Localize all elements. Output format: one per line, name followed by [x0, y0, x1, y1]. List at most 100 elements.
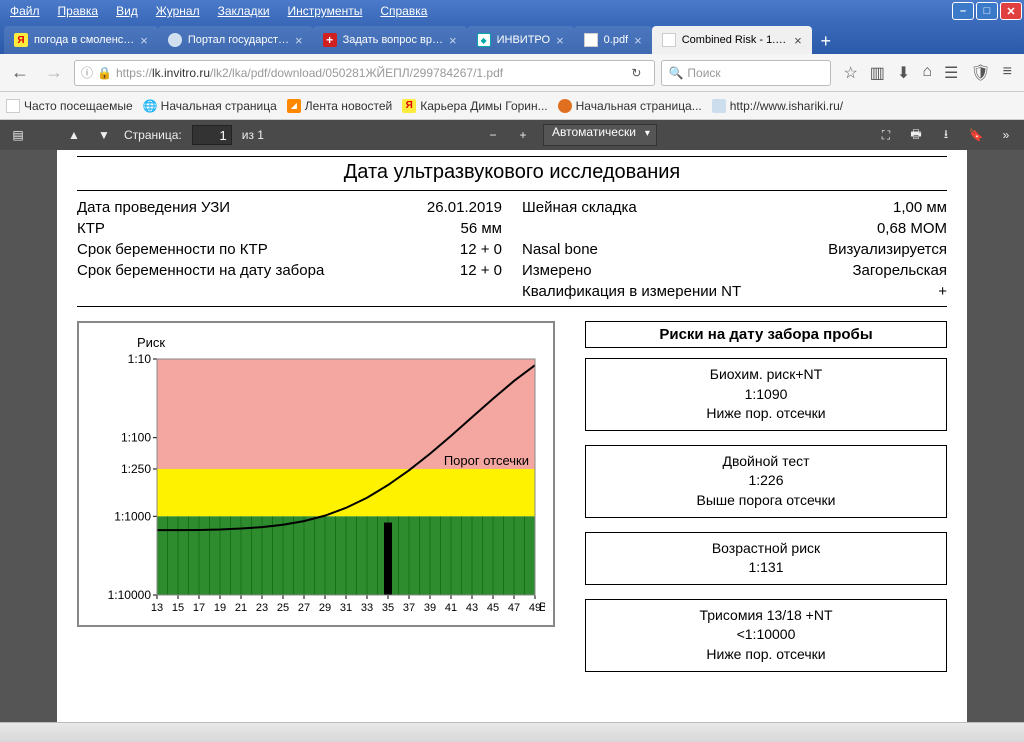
back-button[interactable]: ←	[6, 59, 34, 87]
maximize-button[interactable]: □	[976, 2, 998, 20]
tab-close-icon[interactable]: ×	[140, 33, 148, 48]
pdf-prevpage-icon[interactable]: ▲	[64, 125, 84, 145]
pdf-tools-icon[interactable]: »	[996, 125, 1016, 145]
tab-weather[interactable]: Я погода в смоленс… ×	[4, 26, 158, 54]
tab-0pdf[interactable]: 0.pdf ×	[574, 26, 652, 54]
field-label: Срок беременности по КТР	[77, 241, 268, 258]
tab-label: ИНВИТРО	[497, 34, 550, 46]
risk-value: 1:131	[590, 558, 942, 578]
risk-name: Возрастной риск	[590, 539, 942, 559]
pdf-nextpage-icon[interactable]: ▼	[94, 125, 114, 145]
risk-status: Ниже пор. отсечки	[590, 645, 942, 665]
menu-view[interactable]: Вид	[108, 2, 146, 20]
svg-text:33: 33	[361, 602, 373, 614]
tab-label: 0.pdf	[604, 34, 628, 46]
svg-text:41: 41	[445, 602, 457, 614]
svg-text:13: 13	[151, 602, 163, 614]
tab-gosuslugi[interactable]: Портал государст… ×	[158, 26, 313, 54]
bookmark-news[interactable]: ◢Лента новостей	[287, 99, 393, 113]
url-text: https://lk.invitro.ru/lk2/lka/pdf/downlo…	[116, 66, 620, 80]
page-icon	[6, 99, 20, 113]
tab-close-icon[interactable]: ×	[556, 33, 564, 48]
field-label: Nasal bone	[522, 241, 598, 258]
risk-name: Трисомия 13/18 +NT	[590, 606, 942, 626]
new-tab-button[interactable]: +	[812, 28, 840, 54]
tab-close-icon[interactable]: ×	[634, 33, 642, 48]
status-bar	[0, 722, 1024, 742]
page-of: из 1	[242, 128, 264, 142]
field-value: Загорельская	[853, 262, 948, 279]
bookmark-star-icon[interactable]: ☆	[843, 63, 857, 83]
menu-edit[interactable]: Правка	[50, 2, 107, 20]
shield-icon[interactable]: 🛡	[970, 63, 990, 83]
forward-button[interactable]: →	[40, 59, 68, 87]
bookmark-pdf-icon[interactable]: 🔖	[966, 125, 986, 145]
risk-value: 1:1090	[590, 385, 942, 405]
field-label: КТР	[77, 220, 105, 237]
risk-name: Биохим. риск+NT	[590, 365, 942, 385]
search-box[interactable]: 🔍 Поиск	[661, 60, 831, 86]
menu-file[interactable]: Файл	[2, 2, 48, 20]
svg-text:31: 31	[340, 602, 352, 614]
download-pdf-icon[interactable]: ⭳	[936, 125, 956, 145]
tab-label: Портал государст…	[188, 34, 289, 46]
tab-strip: Я погода в смоленс… × Портал государст… …	[0, 22, 1024, 54]
home-icon[interactable]: ⌂	[922, 63, 932, 83]
menu-bookmarks[interactable]: Закладки	[210, 2, 278, 20]
svg-text:43: 43	[466, 602, 478, 614]
menu-history[interactable]: Журнал	[148, 2, 208, 20]
risk-value: 1:226	[590, 471, 942, 491]
field-value: 12 + 0	[460, 241, 502, 258]
zoom-select[interactable]: Автоматически	[543, 124, 657, 146]
field-label: Шейная складка	[522, 199, 637, 216]
svg-text:45: 45	[487, 602, 499, 614]
search-icon: 🔍	[668, 66, 683, 80]
download-icon[interactable]: ⬇	[897, 63, 910, 83]
bookmark-career[interactable]: ЯКарьера Димы Горин...	[402, 99, 547, 113]
risk-card: Возрастной риск 1:131	[585, 532, 947, 585]
svg-text:1:10: 1:10	[128, 352, 152, 366]
bookmark-ishariki[interactable]: http://www.ishariki.ru/	[712, 99, 843, 113]
file-icon	[584, 33, 598, 47]
svg-text:17: 17	[193, 602, 205, 614]
print-icon[interactable]: 🖶	[906, 125, 926, 145]
tab-close-icon[interactable]: ×	[794, 33, 802, 48]
tab-close-icon[interactable]: ×	[449, 33, 457, 48]
fullscreen-icon[interactable]: ⛶	[876, 125, 896, 145]
bookmark-label: http://www.ishariki.ru/	[730, 99, 843, 113]
bookmarks-bar: Часто посещаемые 🌐Начальная страница ◢Ле…	[0, 92, 1024, 120]
svg-text:27: 27	[298, 602, 310, 614]
field-label: Срок беременности на дату забора	[77, 262, 324, 279]
window-titlebar: Файл Правка Вид Журнал Закладки Инструме…	[0, 0, 1024, 22]
menu-help[interactable]: Справка	[372, 2, 435, 20]
bookmark-label: Начальная страница...	[576, 99, 702, 113]
svg-text:35: 35	[382, 602, 394, 614]
sidebar-icon[interactable]: ☰	[944, 63, 958, 83]
svg-text:1:1000: 1:1000	[114, 509, 151, 523]
reload-icon[interactable]: ↻	[624, 66, 648, 80]
svg-text:1:250: 1:250	[121, 462, 151, 476]
site-icon	[712, 99, 726, 113]
menu-tools[interactable]: Инструменты	[280, 2, 371, 20]
pocket-icon[interactable]: ▥	[870, 63, 885, 83]
tab-question[interactable]: + Задать вопрос вр… ×	[313, 26, 467, 54]
zoom-in-icon[interactable]: +	[513, 125, 533, 145]
tab-combined-risk[interactable]: Combined Risk - 1.pdf ×	[652, 26, 812, 54]
tab-close-icon[interactable]: ×	[295, 33, 303, 48]
tab-invitro[interactable]: ◆ ИНВИТРО ×	[467, 26, 574, 54]
risk-card: Биохим. риск+NT 1:1090 Ниже пор. отсечки	[585, 358, 947, 431]
zoom-out-icon[interactable]: −	[483, 125, 503, 145]
bookmark-frequent[interactable]: Часто посещаемые	[6, 99, 133, 113]
bookmark-label: Часто посещаемые	[24, 99, 133, 113]
pdf-viewport[interactable]: Дата ультразвукового исследования Дата п…	[0, 150, 1024, 722]
bookmark-home2[interactable]: Начальная страница...	[558, 99, 702, 113]
risk-card: Двойной тест 1:226 Выше порога отсечки	[585, 445, 947, 518]
bookmark-home[interactable]: 🌐Начальная страница	[143, 99, 277, 113]
site-info-icon[interactable]: ⓘ	[81, 64, 93, 81]
page-input[interactable]	[192, 125, 232, 145]
close-button[interactable]: ✕	[1000, 2, 1022, 20]
minimize-button[interactable]: –	[952, 2, 974, 20]
pdf-sidebar-toggle-icon[interactable]: ▤	[8, 125, 28, 145]
menu-icon[interactable]: ≡	[1003, 63, 1012, 83]
url-bar[interactable]: ⓘ 🔒 https://lk.invitro.ru/lk2/lka/pdf/do…	[74, 60, 655, 86]
